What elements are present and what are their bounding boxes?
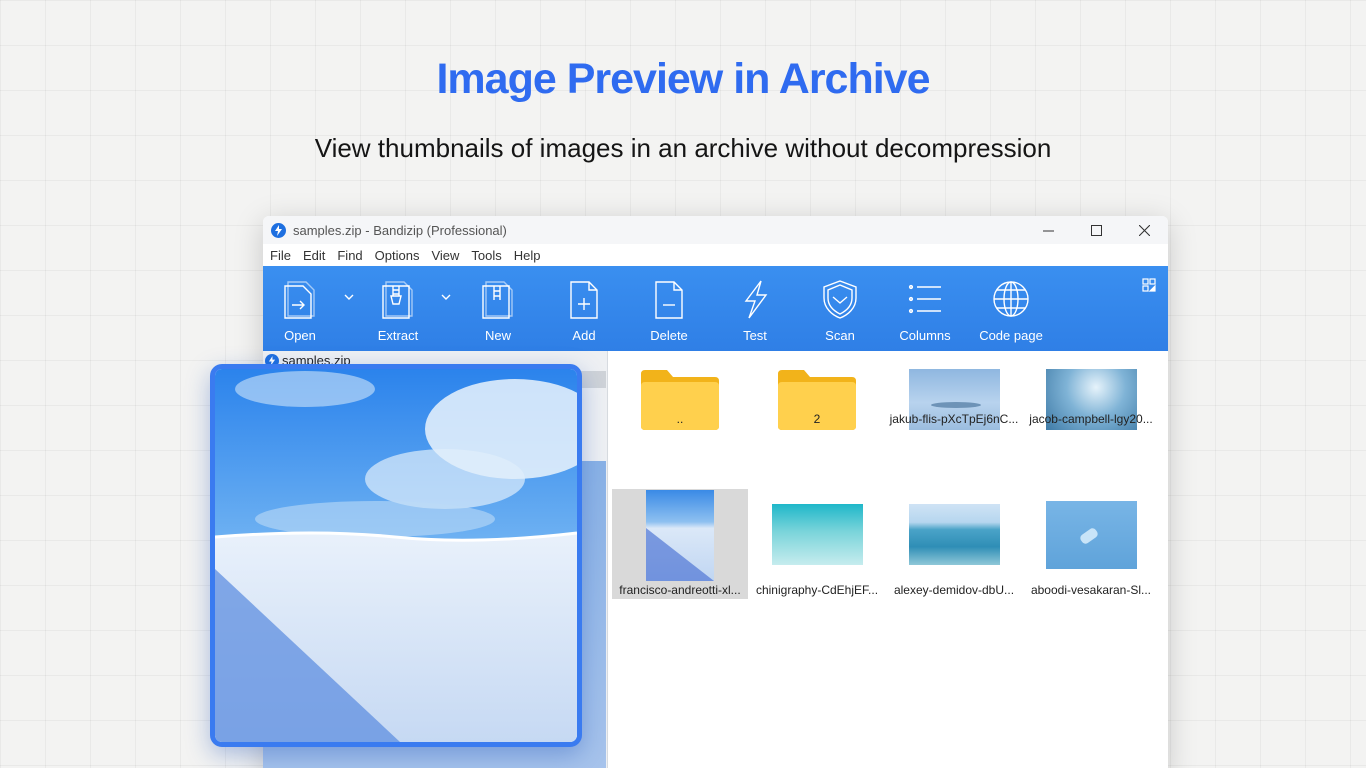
window-title: samples.zip - Bandizip (Professional) <box>293 222 507 238</box>
extract-dropdown-icon[interactable] <box>441 294 451 300</box>
scan-label: Scan <box>825 328 855 343</box>
maximize-button[interactable] <box>1072 216 1120 244</box>
list-item[interactable]: chinigraphy-CdEhjEF... <box>749 489 885 599</box>
menu-view[interactable]: View <box>431 248 459 263</box>
list-item[interactable]: jacob-campbell-lgy20... <box>1023 354 1159 464</box>
test-label: Test <box>743 328 767 343</box>
file-thumbnail-pane: .. 2 jakub-flis-pXcTpEj6nC... jacob-camp… <box>609 351 1168 768</box>
maximize-icon <box>1090 224 1102 236</box>
menu-edit[interactable]: Edit <box>303 248 325 263</box>
file-name: alexey-demidov-dbU... <box>893 583 1015 597</box>
menu-find[interactable]: Find <box>337 248 362 263</box>
file-name: .. <box>676 412 684 426</box>
open-archive-icon <box>284 281 315 319</box>
menu-bar: File Edit Find Options View Tools Help <box>263 244 1168 266</box>
test-button[interactable]: Test <box>730 266 780 351</box>
extract-button[interactable]: Extract <box>373 266 423 351</box>
shield-icon <box>823 280 857 319</box>
close-button[interactable] <box>1120 216 1168 244</box>
menu-help[interactable]: Help <box>514 248 541 263</box>
scan-button[interactable]: Scan <box>815 266 865 351</box>
new-label: New <box>484 328 511 343</box>
codepage-button[interactable]: Code page <box>979 266 1043 351</box>
image-preview-popup <box>210 364 582 747</box>
list-item[interactable]: .. <box>612 354 748 464</box>
file-name: jakub-flis-pXcTpEj6nC... <box>889 412 1019 426</box>
delete-button[interactable]: Delete <box>644 266 694 351</box>
list-item[interactable]: 2 <box>749 354 885 464</box>
new-button[interactable]: New <box>473 266 523 351</box>
minimize-icon <box>1042 230 1054 231</box>
title-bar: samples.zip - Bandizip (Professional) <box>263 216 1168 244</box>
add-button[interactable]: Add <box>559 266 609 351</box>
close-icon <box>1138 224 1150 236</box>
menu-tools[interactable]: Tools <box>471 248 501 263</box>
globe-icon <box>993 281 1029 317</box>
file-name: jacob-campbell-lgy20... <box>1029 412 1153 426</box>
open-dropdown-icon[interactable] <box>344 294 354 300</box>
layout-toggle-icon[interactable] <box>1142 278 1156 292</box>
menu-file[interactable]: File <box>270 248 291 263</box>
image-thumbnail <box>909 504 1000 565</box>
extract-icon <box>382 281 413 319</box>
image-thumbnail <box>1046 501 1137 569</box>
file-name: chinigraphy-CdEhjEF... <box>755 583 879 597</box>
image-thumbnail <box>646 490 714 581</box>
extract-label: Extract <box>377 328 419 343</box>
delete-file-icon <box>655 281 683 319</box>
lightning-icon <box>744 280 768 319</box>
image-thumbnail <box>772 504 863 565</box>
new-archive-icon <box>482 281 513 319</box>
bandizip-logo-icon <box>271 222 286 238</box>
columns-label: Columns <box>899 328 951 343</box>
delete-label: Delete <box>650 328 688 343</box>
list-item[interactable]: francisco-andreotti-xl... <box>612 489 748 599</box>
list-item[interactable]: aboodi-vesakaran-Sl... <box>1023 489 1159 599</box>
toolbar: Open Extract New Add Delete Test Scan Co… <box>263 266 1168 351</box>
minimize-button[interactable] <box>1024 216 1072 244</box>
add-file-icon <box>570 281 598 319</box>
codepage-label: Code page <box>979 328 1043 343</box>
menu-options[interactable]: Options <box>375 248 420 263</box>
file-name: 2 <box>813 412 821 426</box>
list-icon <box>908 284 941 314</box>
list-item[interactable]: jakub-flis-pXcTpEj6nC... <box>886 354 1022 464</box>
add-label: Add <box>572 328 596 343</box>
preview-image <box>215 369 577 742</box>
file-name: francisco-andreotti-xl... <box>619 583 741 597</box>
open-label: Open <box>284 328 316 343</box>
open-button[interactable]: Open <box>275 266 325 351</box>
hero-subtitle: View thumbnails of images in an archive … <box>314 133 1052 163</box>
hero-title: Image Preview in Archive <box>436 55 930 103</box>
columns-button[interactable]: Columns <box>899 266 951 351</box>
file-name: aboodi-vesakaran-Sl... <box>1030 583 1152 597</box>
list-item[interactable]: alexey-demidov-dbU... <box>886 489 1022 599</box>
